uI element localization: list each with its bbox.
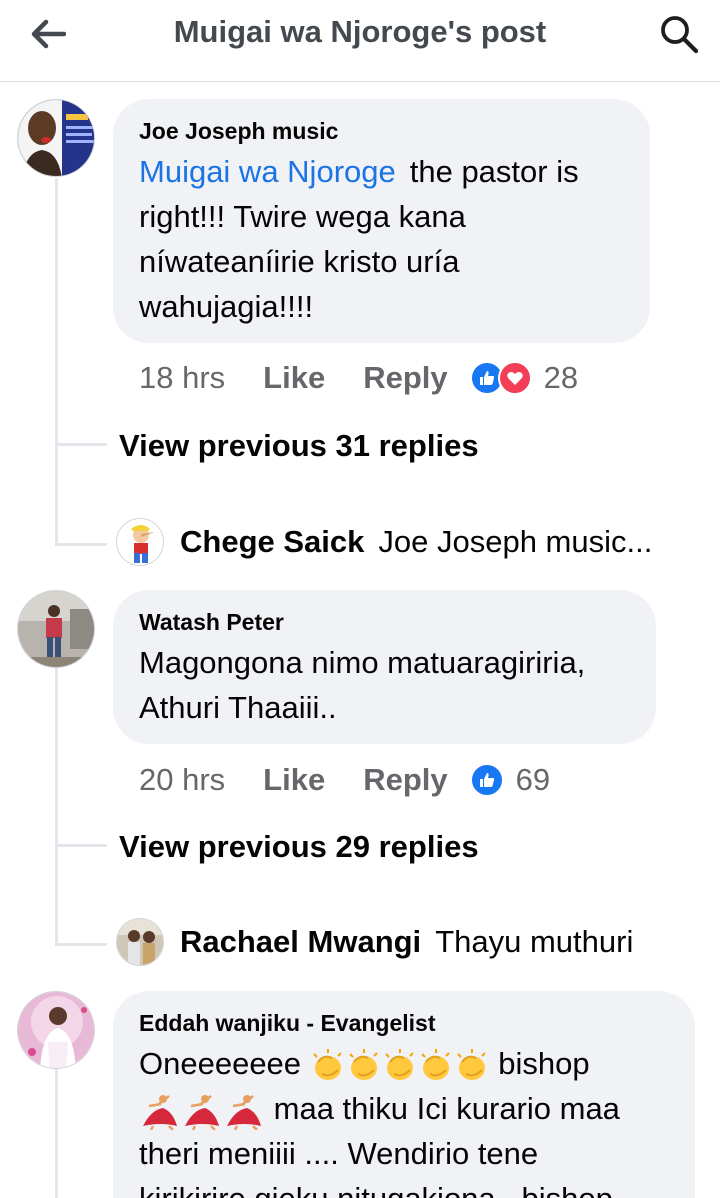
avatar[interactable] xyxy=(17,991,95,1069)
comment-actions: 18 hrs Like Reply 28 xyxy=(139,358,578,398)
thread-branch xyxy=(55,443,107,446)
search-icon xyxy=(661,16,699,54)
thread-line xyxy=(55,1068,58,1198)
comment-author[interactable]: Eddah wanjiku - Evangelist xyxy=(139,1009,669,1037)
reaction-count: 28 xyxy=(543,360,579,395)
clapping-hands-icon xyxy=(456,1048,486,1080)
dancer-icon xyxy=(143,1094,177,1130)
comment-actions: 20 hrs Like Reply 69 xyxy=(139,760,550,800)
clapping-hands-icon xyxy=(312,1048,342,1080)
thread-branch xyxy=(55,943,107,946)
comment-text: Magongona nimo matuaragiriria, Athuri Th… xyxy=(139,645,586,725)
search-button[interactable] xyxy=(652,10,706,58)
thread-line xyxy=(55,668,58,946)
dancer-icon xyxy=(227,1094,261,1130)
reply-button[interactable]: Reply xyxy=(363,762,447,798)
comment-timestamp[interactable]: 20 hrs xyxy=(139,762,225,798)
reaction-summary[interactable]: 28 xyxy=(469,360,579,396)
love-reaction-icon xyxy=(497,361,532,395)
comment-author[interactable]: Joe Joseph music xyxy=(139,117,624,145)
comment-bubble[interactable]: Joe Joseph music Muigai wa Njoroge the pa… xyxy=(113,99,650,343)
like-button[interactable]: Like xyxy=(263,360,325,396)
clapping-hands-icon xyxy=(384,1048,414,1080)
reply-author[interactable]: Chege Saick xyxy=(180,524,364,560)
reply-preview: Joe Joseph music... xyxy=(378,524,653,559)
avatar[interactable] xyxy=(116,518,164,566)
reaction-count: 69 xyxy=(515,762,551,797)
page-title: Muigai wa Njoroge's post xyxy=(173,14,547,49)
latest-reply[interactable]: Chege Saick Joe Joseph music... xyxy=(116,518,706,566)
dancer-icon xyxy=(185,1094,219,1130)
avatar[interactable] xyxy=(17,99,95,177)
comment-body: kirikirire gieku nitugakiona...bishop xyxy=(139,1176,669,1198)
reply-author[interactable]: Rachael Mwangi xyxy=(180,924,421,960)
top-bar: Muigai wa Njoroge's post xyxy=(0,0,720,82)
reply-button[interactable]: Reply xyxy=(363,360,447,396)
comment-bubble[interactable]: Eddah wanjiku - Evangelist Oneeeeeee bis… xyxy=(113,991,695,1198)
clapping-hands-icon xyxy=(420,1048,450,1080)
comment-bubble[interactable]: Watash Peter Magongona nimo matuaragirir… xyxy=(113,590,656,744)
comment-body: bishop xyxy=(498,1046,590,1081)
comment-author[interactable]: Watash Peter xyxy=(139,608,630,636)
comment-text: Muigai wa Njoroge the pastor is right!!! … xyxy=(139,149,624,329)
clapping-emoji-row xyxy=(310,1046,499,1081)
reply-preview: Thayu muthuri xyxy=(435,924,634,959)
comment-body: Oneeeeeee xyxy=(139,1046,302,1081)
dancer-emoji-row xyxy=(139,1091,274,1130)
latest-reply[interactable]: Rachael Mwangi Thayu muthuri xyxy=(116,918,706,966)
view-previous-replies[interactable]: View previous 29 replies xyxy=(119,829,479,865)
thread-branch xyxy=(55,543,107,546)
comment-body: theri meniiii .... Wendirio tene xyxy=(139,1136,539,1171)
like-reaction-icon xyxy=(469,763,504,797)
comment-body: maa thiku Ici kurario maa xyxy=(273,1091,620,1126)
thread-branch xyxy=(55,844,107,847)
view-previous-replies[interactable]: View previous 31 replies xyxy=(119,428,479,464)
comment-timestamp[interactable]: 18 hrs xyxy=(139,360,225,396)
like-button[interactable]: Like xyxy=(263,762,325,798)
thread-line xyxy=(55,178,58,546)
mention-link[interactable]: Muigai wa Njoroge xyxy=(139,154,396,189)
clapping-hands-icon xyxy=(348,1048,378,1080)
avatar[interactable] xyxy=(116,918,164,966)
reaction-summary[interactable]: 69 xyxy=(469,762,551,798)
comment-text: Oneeeeeee bishop maa thiku Ici kurario m… xyxy=(139,1041,669,1198)
avatar[interactable] xyxy=(17,590,95,668)
